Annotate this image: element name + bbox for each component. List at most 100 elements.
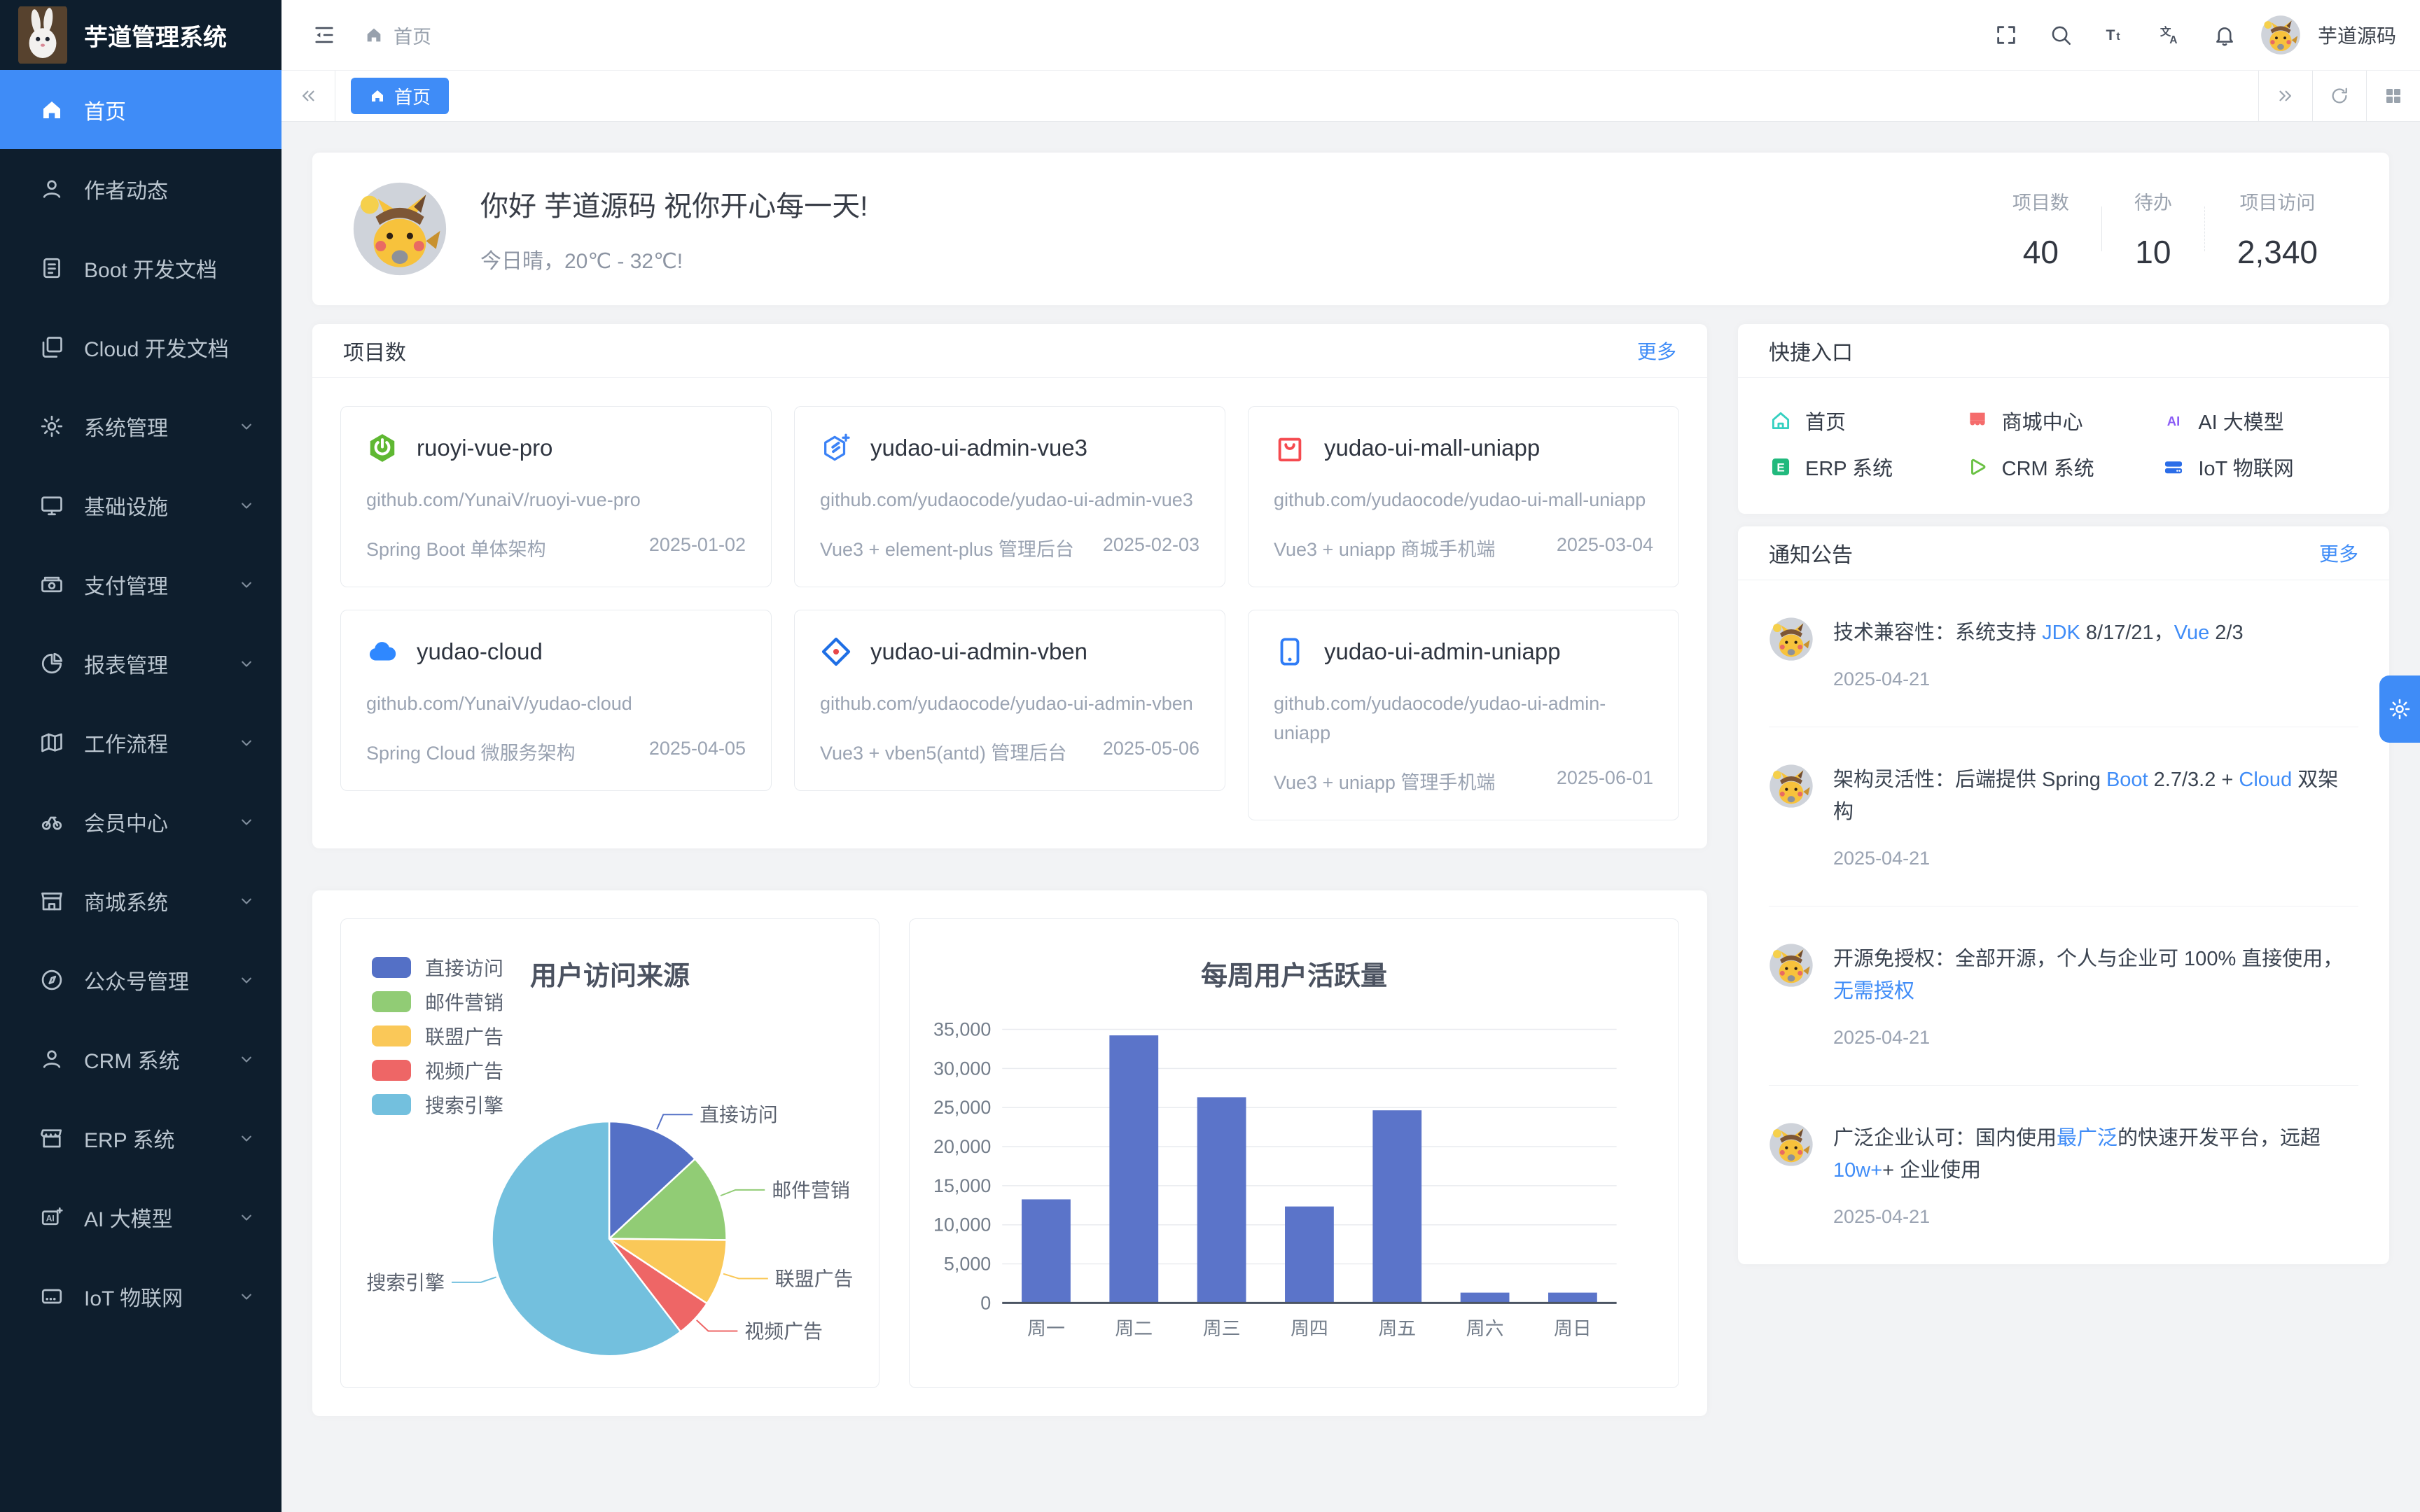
- monitor-icon: [39, 493, 64, 518]
- settings-drawer-button[interactable]: [2379, 676, 2420, 743]
- sidebar-item-label: 系统管理: [84, 411, 217, 442]
- project-card-yudao-cloud[interactable]: yudao-cloudgithub.com/YunaiV/yudao-cloud…: [340, 610, 772, 791]
- notice-link[interactable]: 最广泛: [2057, 1127, 2118, 1149]
- sidebar-item-0[interactable]: 首页: [0, 70, 281, 149]
- notice-link[interactable]: JDK: [2042, 622, 2080, 644]
- project-url[interactable]: github.com/yudaocode/yudao-ui-admin-unia…: [1274, 689, 1653, 748]
- legend-item-搜索引擎[interactable]: 搜索引擎: [372, 1087, 503, 1121]
- notice-text-segment: 的快速开发平台，远超: [2118, 1127, 2321, 1149]
- docs-icon: [39, 335, 64, 360]
- tab-home[interactable]: 首页: [351, 78, 449, 114]
- project-meta: Spring Cloud 微服务架构2025-04-05: [366, 738, 746, 765]
- sidebar-item-12[interactable]: CRM 系统: [0, 1019, 281, 1098]
- notice-link[interactable]: 无需授权: [1833, 980, 1914, 1002]
- breadcrumb-label: 首页: [394, 22, 431, 49]
- sidebar-item-10[interactable]: 商城系统: [0, 861, 281, 940]
- sidebar-item-1[interactable]: 作者动态: [0, 149, 281, 228]
- sidebar-item-2[interactable]: Boot 开发文档: [0, 228, 281, 307]
- notice-link[interactable]: Vue: [2174, 622, 2210, 644]
- pikachu-avatar: [1769, 764, 1814, 808]
- project-card-yudao-ui-admin-vben[interactable]: yudao-ui-admin-vbengithub.com/yudaocode/…: [794, 610, 1225, 791]
- notices-more-link[interactable]: 更多: [2319, 539, 2358, 567]
- ai-icon: AI: [39, 1205, 64, 1230]
- sidebar-item-13[interactable]: ERP 系统: [0, 1098, 281, 1177]
- notice-date: 2025-04-21: [1833, 1027, 2358, 1049]
- bar-周日[interactable]: [1548, 1293, 1597, 1303]
- bar-周三[interactable]: [1197, 1097, 1246, 1303]
- legend-item-直接访问[interactable]: 直接访问: [372, 950, 503, 984]
- notice-link[interactable]: 10w+: [1833, 1159, 1882, 1182]
- refresh-icon[interactable]: [2312, 71, 2366, 121]
- sidebar-item-3[interactable]: Cloud 开发文档: [0, 307, 281, 386]
- collapse-sidebar-button[interactable]: [305, 16, 343, 54]
- layout-grid-icon[interactable]: [2366, 71, 2420, 121]
- legend-item-联盟广告[interactable]: 联盟广告: [372, 1018, 503, 1053]
- shortcut-1[interactable]: 商城中心: [1966, 406, 2162, 435]
- project-desc: Vue3 + element-plus 管理后台: [820, 534, 1074, 561]
- legend-item-视频广告[interactable]: 视频广告: [372, 1053, 503, 1087]
- font-size-icon[interactable]: Tt: [2096, 16, 2134, 54]
- sidebar-item-8[interactable]: 工作流程: [0, 703, 281, 782]
- sidebar-item-4[interactable]: 系统管理: [0, 386, 281, 465]
- legend-item-邮件营销[interactable]: 邮件营销: [372, 984, 503, 1018]
- sidebar-item-7[interactable]: 报表管理: [0, 624, 281, 703]
- shortcut-0[interactable]: 首页: [1769, 406, 1966, 435]
- notice-link[interactable]: Cloud: [2239, 769, 2292, 791]
- shortcut-2[interactable]: AIAI 大模型: [2162, 406, 2358, 435]
- svg-text:AI: AI: [46, 1213, 55, 1223]
- breadcrumb: 首页: [364, 22, 431, 49]
- translate-icon[interactable]: 文A: [2151, 16, 2189, 54]
- vue3-icon: [820, 432, 852, 464]
- shortcut-label: 商城中心: [2002, 406, 2083, 435]
- svg-text:E: E: [1776, 461, 1784, 475]
- notice-date: 2025-04-21: [1833, 668, 2358, 690]
- sidebar-item-11[interactable]: 公众号管理: [0, 940, 281, 1019]
- tabs-scroll-left-button[interactable]: [281, 71, 335, 121]
- bar-周一[interactable]: [1022, 1199, 1071, 1303]
- username[interactable]: 芋道源码: [2318, 21, 2396, 49]
- project-url[interactable]: github.com/YunaiV/yudao-cloud: [366, 689, 746, 718]
- notice-item-3[interactable]: 广泛企业认可：国内使用最广泛的快速开发平台，远超 10w++ 企业使用2025-…: [1769, 1086, 2358, 1264]
- tabs-spacer: [449, 71, 2258, 121]
- app-logo[interactable]: 芋道管理系统: [0, 0, 281, 70]
- fullscreen-icon[interactable]: [1987, 16, 2025, 54]
- bar-周二[interactable]: [1109, 1035, 1158, 1303]
- project-url[interactable]: github.com/yudaocode/yudao-ui-admin-vue3: [820, 485, 1199, 514]
- project-card-yudao-ui-mall-uniapp[interactable]: yudao-ui-mall-uniappgithub.com/yudaocode…: [1248, 406, 1679, 587]
- project-card-ruoyi-vue-pro[interactable]: ruoyi-vue-progithub.com/YunaiV/ruoyi-vue…: [340, 406, 772, 587]
- sidebar-item-6[interactable]: 支付管理: [0, 545, 281, 624]
- bar-周五[interactable]: [1372, 1110, 1421, 1303]
- notice-link[interactable]: Boot: [2106, 769, 2148, 791]
- shortcut-3[interactable]: EERP 系统: [1769, 452, 1966, 482]
- bar-周六[interactable]: [1461, 1293, 1510, 1303]
- sidebar-item-label: 公众号管理: [84, 965, 217, 995]
- sidebar-item-14[interactable]: AIAI 大模型: [0, 1177, 281, 1256]
- project-url[interactable]: github.com/yudaocode/yudao-ui-admin-vben: [820, 689, 1199, 718]
- sidebar-menu: 首页作者动态Boot 开发文档Cloud 开发文档系统管理基础设施支付管理报表管…: [0, 70, 281, 1512]
- sidebar-item-15[interactable]: IoT 物联网: [0, 1256, 281, 1336]
- money-icon: [39, 572, 64, 597]
- shortcut-5[interactable]: IoT 物联网: [2162, 452, 2358, 482]
- project-card-yudao-ui-admin-uniapp[interactable]: yudao-ui-admin-uniappgithub.com/yudaocod…: [1248, 610, 1679, 820]
- gear-icon: [39, 414, 64, 439]
- notice-item-0[interactable]: 技术兼容性：系统支持 JDK 8/17/21，Vue 2/32025-04-21: [1769, 580, 2358, 727]
- project-meta: Vue3 + vben5(antd) 管理后台2025-05-06: [820, 738, 1199, 765]
- sidebar-item-label: 会员中心: [84, 806, 217, 837]
- project-url[interactable]: github.com/YunaiV/ruoyi-vue-pro: [366, 485, 746, 514]
- notice-item-1[interactable]: 架构灵活性：后端提供 Spring Boot 2.7/3.2 + Cloud 双…: [1769, 727, 2358, 906]
- notice-item-2[interactable]: 开源免授权：全部开源，个人与企业可 100% 直接使用，无需授权2025-04-…: [1769, 906, 2358, 1086]
- shortcut-4[interactable]: CRM 系统: [1966, 452, 2162, 482]
- project-card-yudao-ui-admin-vue3[interactable]: yudao-ui-admin-vue3github.com/yudaocode/…: [794, 406, 1225, 587]
- sidebar-item-9[interactable]: 会员中心: [0, 782, 281, 861]
- tabs-scroll-right-button[interactable]: [2258, 71, 2312, 121]
- bar-y-tick: 30,000: [933, 1058, 991, 1079]
- user-avatar[interactable]: [2260, 15, 2301, 55]
- project-date: 2025-06-01: [1557, 767, 1653, 794]
- projects-panel: 项目数 更多 ruoyi-vue-progithub.com/YunaiV/ru…: [312, 324, 1707, 848]
- project-url[interactable]: github.com/yudaocode/yudao-ui-mall-uniap…: [1274, 485, 1653, 514]
- bar-周四[interactable]: [1285, 1207, 1334, 1303]
- search-icon[interactable]: [2042, 16, 2080, 54]
- projects-more-link[interactable]: 更多: [1637, 337, 1676, 365]
- sidebar-item-5[interactable]: 基础设施: [0, 465, 281, 545]
- bell-icon[interactable]: [2206, 16, 2244, 54]
